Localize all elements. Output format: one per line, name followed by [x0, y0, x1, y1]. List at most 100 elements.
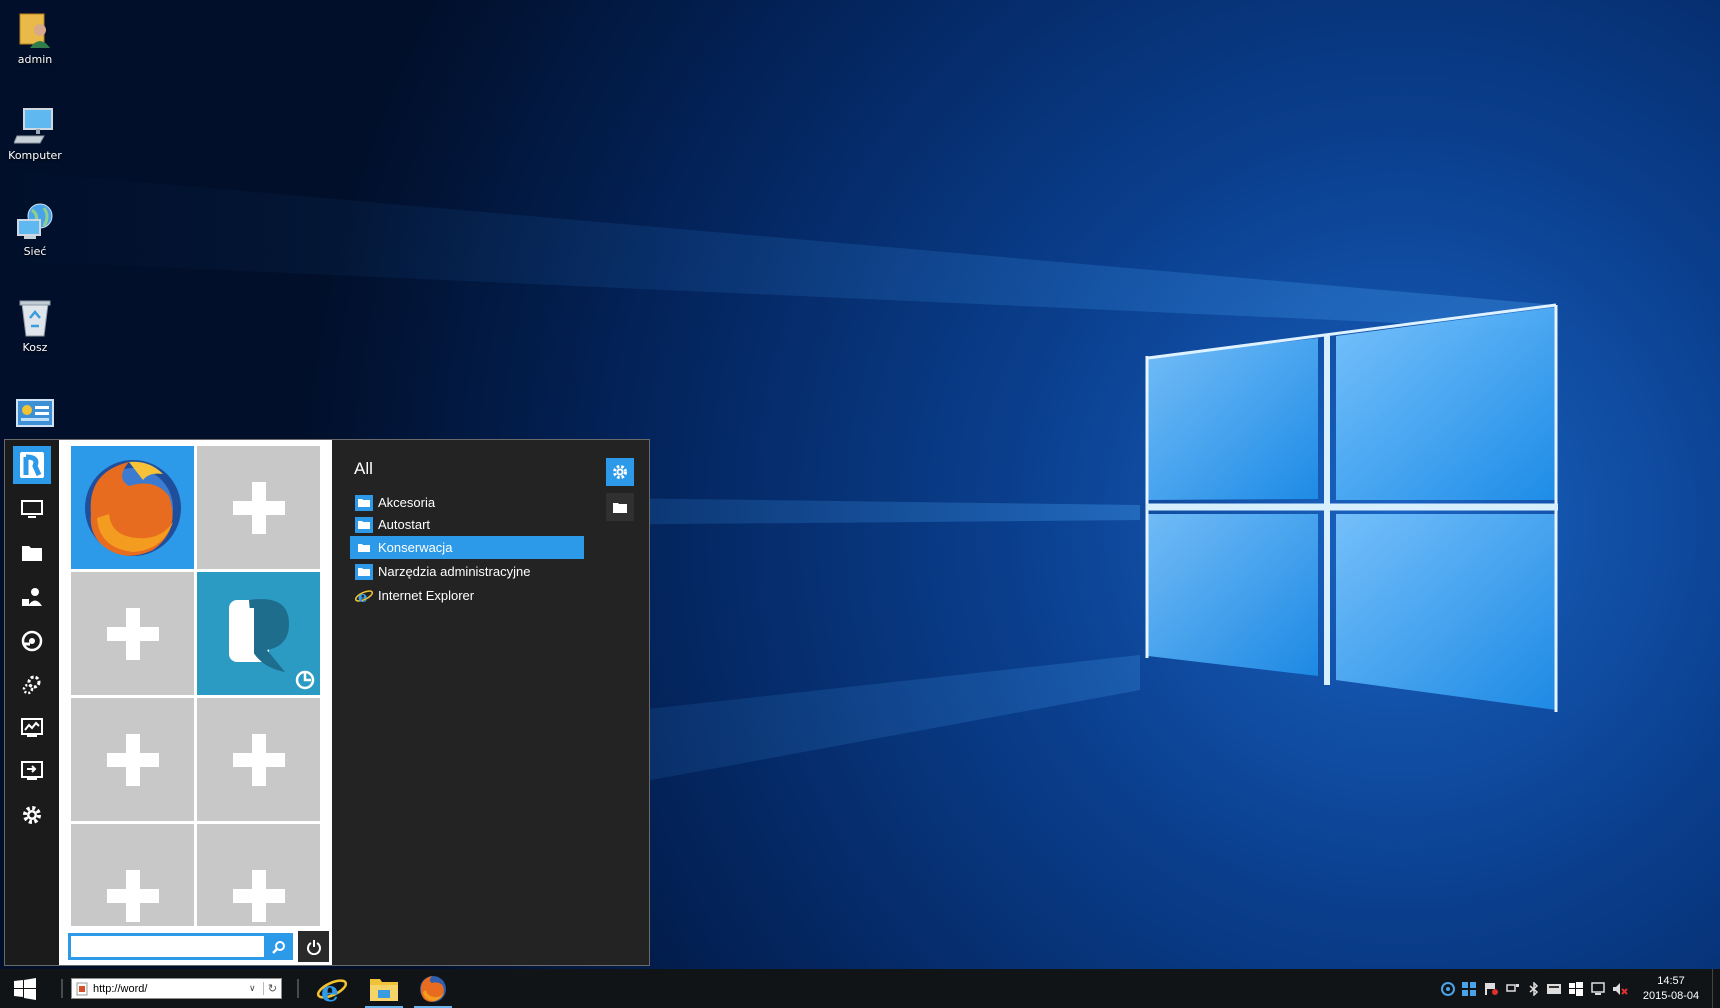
plus-icon [106, 870, 159, 922]
search-button[interactable] [264, 933, 293, 960]
tray-bluetooth-icon[interactable] [1526, 981, 1542, 997]
desktop-icon-label: Komputer [8, 149, 62, 162]
tray-windows-icon[interactable] [1568, 981, 1584, 997]
rail-app-logo-button[interactable] [13, 446, 51, 484]
tray-monitor-icon[interactable] [1590, 981, 1606, 997]
tray-keyboard-icon[interactable] [1546, 981, 1562, 997]
program-list-label: Akcesoria [378, 495, 436, 510]
computer-icon [14, 108, 53, 144]
firefox-icon [420, 975, 446, 1002]
tile-firefox[interactable] [71, 446, 194, 569]
tile-empty-slot[interactable] [197, 446, 320, 569]
start-menu-tiles [59, 440, 332, 965]
program-list-item[interactable]: e Internet Explorer [350, 584, 584, 607]
recycle-bin-icon [19, 300, 51, 337]
address-toolbar[interactable]: http://word/ ∨ ↻ [71, 978, 282, 999]
rail-users-button[interactable] [13, 578, 51, 616]
desktop-icon-admin[interactable]: admin [0, 10, 70, 66]
desktop-icon-network[interactable]: Sieć [0, 202, 70, 258]
page-icon [76, 982, 88, 995]
taskbar-app-firefox[interactable] [410, 969, 456, 1008]
taskbar-separator [61, 979, 63, 998]
plus-icon [106, 733, 159, 786]
rail-desktop-button[interactable] [13, 491, 51, 529]
folder-icon [613, 502, 627, 513]
system-settings-icon [22, 675, 41, 695]
firefox-icon [84, 459, 181, 556]
start-menu: All Akcesoria Autostart Konserwacja Narz… [4, 439, 650, 966]
tile-empty-slot[interactable] [71, 824, 194, 926]
folder-icon [355, 494, 373, 511]
tile-empty-slot[interactable] [71, 572, 194, 695]
list-folder-button[interactable] [606, 493, 634, 521]
settings-gear-icon [613, 465, 627, 479]
clock-time: 14:57 [1657, 975, 1685, 987]
plus-icon [232, 733, 285, 786]
power-icon [306, 939, 321, 955]
taskbar-separator [297, 979, 299, 998]
start-search-input[interactable] [68, 933, 293, 960]
svg-text:e: e [358, 588, 368, 604]
chevron-down-icon[interactable]: ∨ [249, 983, 263, 994]
desktop-icon-recycle-bin[interactable]: Kosz [0, 298, 70, 354]
show-desktop-button[interactable] [1712, 969, 1720, 1008]
power-button[interactable] [298, 931, 329, 962]
tile-app[interactable] [197, 572, 320, 695]
folder-icon [355, 539, 373, 556]
folder-icon [355, 563, 373, 580]
desktop-icon-label: Sieć [23, 245, 47, 258]
program-list-title: All [354, 459, 373, 478]
plus-icon [232, 481, 285, 534]
program-list-label: Autostart [378, 517, 431, 532]
windows-logo-icon [14, 977, 36, 1000]
program-list-item[interactable]: Konserwacja [350, 536, 584, 559]
internet-explorer-icon: e [316, 975, 348, 1004]
app-logo-icon [20, 452, 44, 478]
performance-monitor-icon [21, 718, 43, 737]
rail-network-share-button[interactable] [13, 622, 51, 660]
users-icon [22, 588, 42, 606]
taskbar-clock[interactable]: 14:57 2015-08-04 [1636, 974, 1706, 1004]
rail-system-settings-button[interactable] [13, 665, 51, 703]
rail-settings-button[interactable] [13, 796, 51, 834]
tray-volume-muted-icon[interactable] [1612, 981, 1628, 997]
list-settings-button[interactable] [606, 458, 634, 486]
tile-empty-slot[interactable] [71, 698, 194, 821]
taskbar-app-internet-explorer[interactable]: e [309, 969, 355, 1008]
rail-folder-button[interactable] [13, 534, 51, 572]
tray-flag-alert-icon[interactable] [1483, 981, 1499, 997]
refresh-icon[interactable]: ↻ [263, 982, 281, 995]
program-list-label: Konserwacja [378, 540, 453, 555]
start-menu-program-list: All Akcesoria Autostart Konserwacja Narz… [332, 440, 649, 965]
desktop-icon-computer[interactable]: Komputer [0, 106, 70, 162]
file-explorer-icon [370, 978, 398, 1001]
user-folder-icon [19, 13, 50, 48]
network-icon [17, 203, 53, 239]
tray-grid-icon[interactable] [1461, 981, 1477, 997]
tray-display-icon[interactable] [1505, 981, 1521, 997]
settings-gear-icon [23, 806, 41, 824]
desktop-icon [21, 500, 43, 518]
address-text[interactable]: http://word/ [93, 983, 249, 995]
desktop-icon-control-panel[interactable] [0, 398, 70, 431]
folder-icon [355, 516, 373, 533]
program-list-item[interactable]: Narzędzia administracyjne [350, 560, 584, 583]
folder-icon [22, 546, 42, 561]
tile-empty-slot[interactable] [197, 698, 320, 821]
rail-remote-desktop-button[interactable] [13, 752, 51, 790]
svg-text:e: e [321, 975, 339, 1004]
search-icon [271, 940, 285, 954]
network-share-icon [21, 630, 43, 652]
program-list-item[interactable]: Akcesoria [350, 491, 584, 514]
taskbar-app-file-explorer[interactable] [361, 969, 407, 1008]
plus-icon [106, 607, 159, 660]
internet-explorer-icon: e [355, 588, 373, 604]
control-panel-icon [16, 399, 54, 427]
program-list-item[interactable]: Autostart [350, 513, 584, 536]
tray-network-icon[interactable] [1440, 981, 1456, 997]
rail-performance-monitor-button[interactable] [13, 709, 51, 747]
taskbar: http://word/ ∨ ↻ e 14:57 2015-08-04 [0, 969, 1720, 1008]
start-button[interactable] [0, 969, 50, 1008]
start-menu-side-rail [5, 440, 59, 965]
tile-empty-slot[interactable] [197, 824, 320, 926]
